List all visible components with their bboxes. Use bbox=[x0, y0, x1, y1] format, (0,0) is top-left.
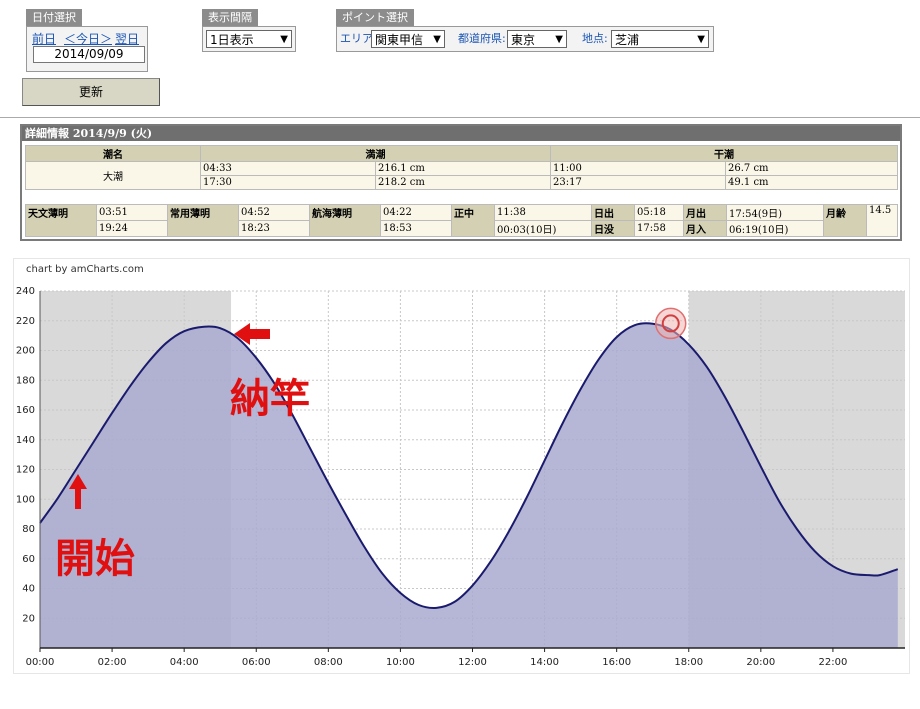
high-level: 216.1 cm bbox=[375, 161, 551, 176]
place-label: 地点: bbox=[582, 32, 608, 45]
interval-select[interactable]: 1日表示 ▼ bbox=[206, 30, 292, 48]
prefecture-select[interactable]: 東京 ▼ bbox=[507, 30, 567, 48]
date-panel-title: 日付選択 bbox=[26, 9, 82, 26]
sunset-label: 日没 bbox=[591, 220, 635, 237]
detail-title: 詳細情報 2014/9/9 (火) bbox=[22, 126, 900, 141]
tide-name-header: 潮名 bbox=[25, 145, 201, 162]
noon-label: 正中 bbox=[451, 204, 495, 237]
chevron-down-icon: ▼ bbox=[280, 34, 288, 45]
nautical-twilight-start: 04:22 bbox=[380, 204, 452, 221]
area-select[interactable]: 関東甲信 ▼ bbox=[371, 30, 445, 48]
divider bbox=[0, 117, 920, 118]
low-time: 11:00 bbox=[550, 161, 726, 176]
tide-chart: chart by amCharts.com bbox=[13, 258, 910, 674]
detail-panel: 詳細情報 2014/9/9 (火) 潮名 満潮 干潮 大潮 04:33 216.… bbox=[20, 124, 902, 241]
tide-table: 潮名 満潮 干潮 大潮 04:33 216.1 cm 11:00 26.7 cm… bbox=[25, 145, 898, 190]
low-level: 26.7 cm bbox=[725, 161, 898, 176]
place-select-value: 芝浦 bbox=[615, 33, 640, 47]
chart-credit-link[interactable]: chart by amCharts.com bbox=[26, 264, 144, 275]
prefecture-select-value: 東京 bbox=[511, 33, 536, 47]
chevron-down-icon: ▼ bbox=[555, 34, 563, 45]
chevron-down-icon: ▼ bbox=[433, 34, 441, 45]
today-link[interactable]: ＜今日＞ bbox=[64, 30, 112, 47]
area-select-value: 関東甲信 bbox=[375, 33, 424, 47]
interval-panel-title: 表示間隔 bbox=[202, 9, 258, 26]
high-time: 04:33 bbox=[200, 161, 376, 176]
moon-transit-value: 00:03(10日) bbox=[494, 220, 592, 237]
nautical-twilight-label: 航海薄明 bbox=[309, 204, 381, 237]
point-panel: エリア: 関東甲信 ▼ 都道府県: 東京 ▼ 地点: 芝浦 ▼ bbox=[336, 26, 714, 52]
low-level: 49.1 cm bbox=[725, 175, 898, 190]
interval-select-value: 1日表示 bbox=[210, 33, 254, 47]
sunrise-label: 日出 bbox=[591, 204, 635, 221]
moon-age-value: 14.5 bbox=[866, 204, 898, 237]
low-tide-header: 干潮 bbox=[550, 145, 898, 162]
chevron-down-icon: ▼ bbox=[697, 34, 705, 45]
moonrise-label: 月出 bbox=[683, 204, 727, 221]
update-button[interactable]: 更新 bbox=[22, 78, 160, 106]
astro-twilight-end: 19:24 bbox=[96, 220, 168, 237]
astro-twilight-start: 03:51 bbox=[96, 204, 168, 221]
high-level: 218.2 cm bbox=[375, 175, 551, 190]
astro-twilight-label: 天文薄明 bbox=[25, 204, 97, 237]
astro-table: 天文薄明 03:51 常用薄明 04:52 航海薄明 04:22 正中 11:3… bbox=[25, 204, 898, 237]
civil-twilight-end: 18:23 bbox=[238, 220, 310, 237]
civil-twilight-start: 04:52 bbox=[238, 204, 310, 221]
sunset-value: 17:58 bbox=[634, 220, 684, 237]
moonset-value: 06:19(10日) bbox=[726, 220, 824, 237]
civil-twilight-label: 常用薄明 bbox=[167, 204, 239, 237]
date-panel: 前日 ＜今日＞ 翌日 2014/09/09 bbox=[26, 26, 148, 72]
next-day-link[interactable]: 翌日 bbox=[115, 30, 139, 47]
moonset-label: 月入 bbox=[683, 220, 727, 237]
high-tide-header: 満潮 bbox=[200, 145, 551, 162]
low-time: 23:17 bbox=[550, 175, 726, 190]
prefecture-label: 都道府県: bbox=[458, 32, 506, 45]
point-panel-title: ポイント選択 bbox=[336, 9, 414, 26]
tide-name: 大潮 bbox=[25, 161, 201, 190]
place-select[interactable]: 芝浦 ▼ bbox=[611, 30, 709, 48]
moon-age-label: 月齢 bbox=[823, 204, 867, 237]
nautical-twilight-end: 18:53 bbox=[380, 220, 452, 237]
prev-day-link[interactable]: 前日 bbox=[32, 30, 56, 47]
date-field[interactable]: 2014/09/09 bbox=[33, 46, 145, 63]
interval-panel: 1日表示 ▼ bbox=[202, 26, 296, 52]
moonrise-value: 17:54(9日) bbox=[726, 204, 824, 221]
noon-value: 11:38 bbox=[494, 204, 592, 221]
sunrise-value: 05:18 bbox=[634, 204, 684, 221]
high-time: 17:30 bbox=[200, 175, 376, 190]
